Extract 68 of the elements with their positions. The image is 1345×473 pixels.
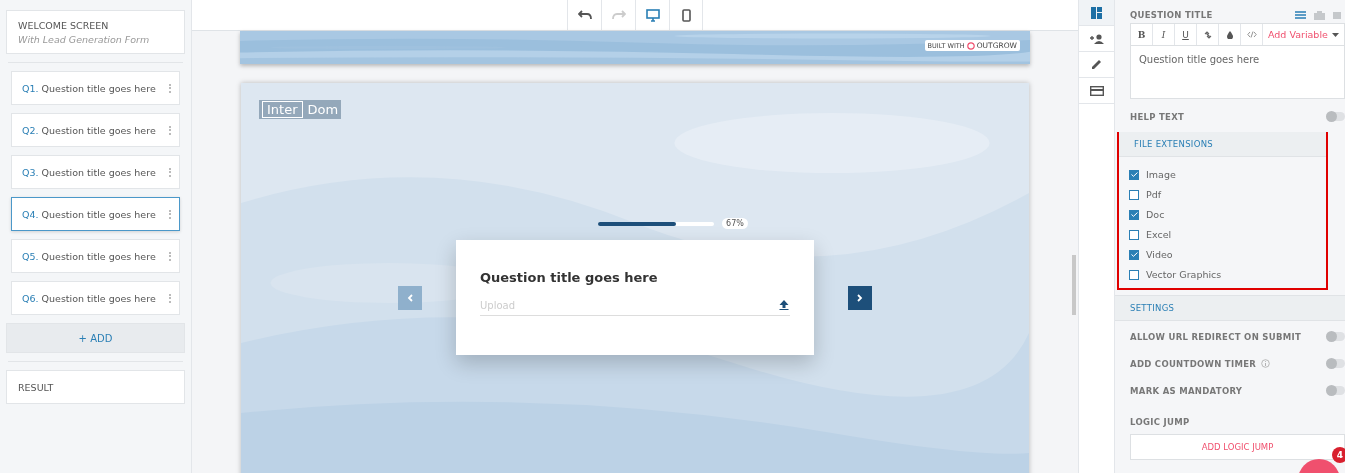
checkbox-label: Video	[1146, 249, 1173, 260]
layout-icon	[1091, 6, 1102, 19]
mobile-button[interactable]	[669, 0, 703, 30]
welcome-subtitle: With Lead Generation Form	[18, 34, 151, 45]
result-item[interactable]: RESULT	[6, 370, 185, 404]
logic-jump-label: LOGIC JUMP	[1130, 417, 1190, 427]
checkbox[interactable]	[1129, 269, 1139, 280]
progress-reading: 67%	[722, 218, 748, 229]
section-header: FILE EXTENSIONS	[1119, 132, 1326, 157]
question-title: Question title goes here	[480, 270, 659, 285]
question-item[interactable]: Q4. Question title goes here	[11, 197, 180, 231]
logo-text: Inter	[262, 101, 303, 118]
section-label: QUESTION TITLE	[1130, 10, 1213, 20]
checkbox-label: Excel	[1146, 229, 1172, 240]
desktop-icon	[645, 8, 660, 22]
question-item[interactable]: Q6. Question title goes here	[11, 281, 180, 315]
mobile-icon	[681, 8, 691, 22]
question-label: Q4. Question title goes here	[22, 208, 156, 220]
question-label: Q5. Question title goes here	[22, 250, 156, 262]
question-label: Q1. Question title goes here	[22, 82, 156, 94]
chevron-right-icon	[857, 293, 863, 302]
toggle-switch[interactable]	[1327, 112, 1345, 121]
logo-text: Dom	[307, 102, 339, 117]
menu-icon[interactable]	[1295, 11, 1306, 19]
add-button[interactable]: + ADD	[6, 323, 185, 353]
previous-button[interactable]	[398, 285, 422, 310]
toggle-switch[interactable]	[1327, 386, 1345, 395]
question-title-field[interactable]: Question title goes here	[1130, 46, 1345, 99]
setting-label: MARK AS MANDATORY	[1130, 385, 1243, 396]
checkbox[interactable]	[1129, 209, 1139, 220]
code-icon	[1246, 31, 1257, 38]
question-item[interactable]: Q1. Question title goes here	[11, 71, 180, 105]
drop-icon	[1226, 30, 1233, 39]
setting-label: ALLOW URL REDIRECT ON SUBMIT	[1130, 331, 1302, 342]
question-label: Q3. Question title goes here	[22, 166, 156, 178]
question-item[interactable]: Q3. Question title goes here	[11, 155, 180, 189]
checkbox[interactable]	[1129, 189, 1139, 200]
checkbox-label: Doc	[1146, 209, 1165, 220]
pen-icon	[1091, 59, 1102, 70]
layout-tab[interactable]	[1079, 0, 1114, 26]
checkbox[interactable]	[1129, 249, 1139, 260]
logo-icon	[966, 41, 975, 50]
person-add-icon	[1089, 33, 1104, 44]
toggle-switch[interactable]	[1327, 332, 1345, 341]
info-icon[interactable]	[1261, 359, 1271, 368]
notification-badge: 4	[1332, 447, 1345, 463]
undo-icon	[577, 10, 592, 20]
question-item[interactable]: Q2. Question title goes here	[11, 113, 180, 147]
caret-icon	[1331, 32, 1339, 37]
question-label: Q6. Question title goes here	[22, 292, 156, 304]
checkbox-label: Pdf	[1146, 189, 1162, 200]
redo-icon	[611, 10, 626, 20]
chevron-left-icon	[407, 293, 413, 302]
toggle-switch[interactable]	[1327, 359, 1345, 368]
checkbox-label: Vector Graphics	[1146, 269, 1222, 280]
card-icon	[1089, 85, 1104, 96]
scrollbar[interactable]	[1072, 255, 1076, 315]
question-label: Q2. Question title goes here	[22, 124, 156, 136]
checkbox[interactable]	[1129, 169, 1139, 180]
help-text-label: HELP TEXT	[1130, 111, 1185, 122]
setting-label: ADD COUNTDOWN TIMER	[1130, 358, 1257, 369]
next-button[interactable]	[848, 285, 872, 310]
welcome-title: WELCOME SCREEN	[18, 20, 110, 31]
section-header: SETTINGS	[1115, 295, 1345, 321]
checkbox-label: Image	[1146, 169, 1176, 180]
welcome-screen-card[interactable]: WELCOME SCREEN With Lead Generation Form	[6, 10, 185, 54]
question-item[interactable]: Q5. Question title goes here	[11, 239, 180, 273]
checkbox[interactable]	[1129, 229, 1139, 240]
